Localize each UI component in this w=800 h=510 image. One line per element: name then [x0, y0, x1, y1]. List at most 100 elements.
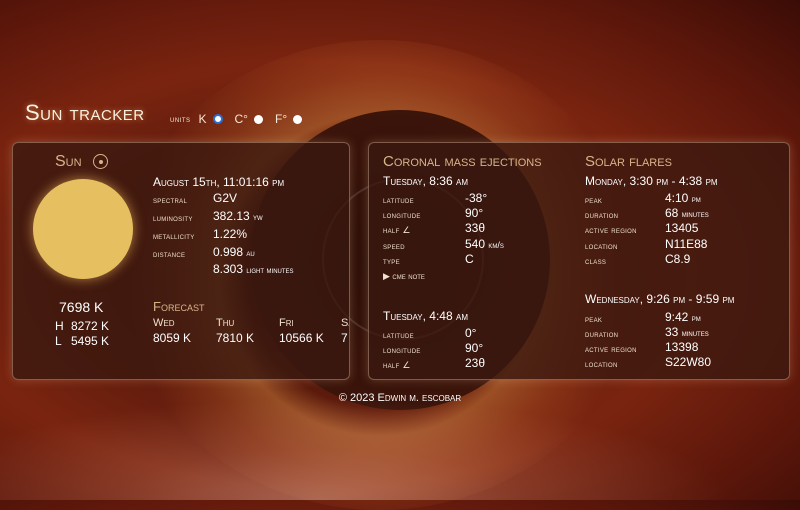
unit-label-k: K [198, 112, 207, 126]
prop-value-luminosity: 382.13 yw [213, 209, 263, 223]
sun-panel: Sun August 15th, 11:01:16 pm spectral G2… [12, 142, 350, 380]
flare-field-value: C8.9 [665, 252, 691, 266]
prop-label-luminosity: luminosity [153, 213, 193, 223]
forecast-value: 7… [341, 331, 349, 345]
low-value: 5495 K [71, 334, 110, 348]
units-label: units [170, 114, 191, 124]
prop-label-distance: distance [153, 249, 186, 259]
cme-field-label: half ∠ [383, 225, 411, 235]
spectral-value: G2V [213, 191, 238, 205]
luminosity-unit: yw [253, 212, 263, 222]
duration-unit: minutes [681, 209, 709, 219]
prop-label-spectral: spectral [153, 195, 188, 205]
flare-field-label: location [585, 241, 618, 251]
cme-title: Coronal mass ejections [383, 153, 542, 170]
units-selector: units K C° F° [170, 112, 308, 126]
unit-radio-f[interactable] [293, 114, 303, 124]
events-panel[interactable]: Coronal mass ejections Tuesday, 8:36 am … [368, 142, 790, 380]
flare-field-value: 33 minutes [665, 325, 709, 339]
flare-event-heading: Monday, 3:30 pm - 4:38 pm [585, 174, 718, 188]
forecast-title: Forecast [153, 299, 205, 314]
low-label: L [55, 334, 62, 348]
duration-unit: minutes [681, 328, 709, 338]
peak-unit: pm [691, 313, 701, 323]
footer-copyright: © 2023 Edwin m. escobar [338, 392, 462, 404]
sun-datetime: August 15th, 11:01:16 pm [153, 175, 285, 189]
cme-field-label: latitude [383, 195, 414, 205]
flare-field-value: 13405 [665, 221, 699, 235]
flare-field-label: active region [585, 344, 637, 354]
flare-field-value: S22W80 [665, 355, 712, 369]
cme-field-label: longitude [383, 345, 421, 355]
cme-field-value: 33θ [465, 221, 486, 235]
flare-field-value: 9:42 pm [665, 310, 701, 324]
prop-value-distance: 0.998 au [213, 245, 255, 259]
duration-value: 68 [665, 206, 679, 220]
high-label: H [55, 319, 64, 333]
sun-disc [33, 179, 133, 279]
light-minutes-value: 8.303 [213, 262, 244, 276]
high-temperature: H 8272 K [55, 319, 109, 333]
cme-field-value: 90° [465, 341, 484, 355]
cme-event-heading: Tuesday, 4:48 am [383, 309, 468, 323]
cme-field-label: half ∠ [383, 360, 411, 370]
distance-light-minutes: 8.303 light minutes [213, 262, 294, 276]
prop-value-metallicity: 1.22% [213, 227, 247, 241]
prop-label-metallicity: metallicity [153, 231, 195, 241]
unit-radio-c[interactable] [253, 114, 263, 124]
metallicity-value: 1.22% [213, 227, 248, 241]
flare-field-label: class [585, 256, 607, 266]
distance-value: 0.998 [213, 245, 244, 259]
sun-symbol-icon [93, 154, 108, 169]
speed-unit: km/s [488, 240, 504, 250]
forecast-value: 10566 K [279, 331, 324, 345]
flare-field-label: active region [585, 225, 637, 235]
prop-value-spectral: G2V [213, 191, 237, 205]
cme-field-label: longitude [383, 210, 421, 220]
speed-value: 540 [465, 237, 486, 251]
cme-field-value: 0° [465, 326, 477, 340]
app-title: Sun tracker [25, 100, 145, 125]
flare-field-value: 13398 [665, 340, 699, 354]
flares-title: Solar flares [585, 153, 672, 170]
unit-option-f[interactable]: F° [275, 112, 287, 126]
cme-field-value: C [465, 252, 474, 266]
cme-field-label: speed [383, 241, 405, 251]
unit-label-f: F° [274, 112, 288, 126]
current-temperature: 7698 K [59, 299, 104, 315]
flare-event-heading: Wednesday, 9:26 pm - 9:59 pm [585, 292, 735, 306]
cme-field-label: latitude [383, 330, 414, 340]
forecast-value: 8059 K [153, 331, 192, 345]
peak-unit: pm [691, 194, 701, 204]
sun-title: Sun [55, 153, 82, 170]
cme-field-label: type [383, 256, 400, 266]
flare-field-label: duration [585, 210, 619, 220]
cme-note-toggle[interactable]: ▶ cme note [383, 271, 425, 282]
forecast-day: Fri [279, 317, 294, 329]
peak-value: 9:42 [665, 310, 689, 324]
low-temperature: L 5495 K [55, 334, 109, 348]
flare-field-value: 68 minutes [665, 206, 709, 220]
unit-option-c[interactable]: C° [235, 112, 248, 126]
flare-field-label: duration [585, 329, 619, 339]
flare-field-value: N11E88 [665, 237, 708, 251]
duration-value: 33 [665, 325, 679, 339]
peak-value: 4:10 [665, 191, 689, 205]
flare-field-value: 4:10 pm [665, 191, 701, 205]
cme-field-value: 90° [465, 206, 484, 220]
distance-unit: au [246, 248, 255, 258]
flare-field-label: peak [585, 195, 603, 205]
flare-field-label: peak [585, 314, 603, 324]
flare-field-label: location [585, 359, 618, 369]
cme-field-value: 540 km/s [465, 237, 504, 251]
cme-field-value: 23θ [465, 356, 486, 370]
cme-field-value: -38° [465, 191, 488, 205]
unit-option-k[interactable]: K [199, 112, 207, 126]
unit-radio-k[interactable] [212, 114, 223, 124]
unit-label-c: C° [234, 112, 248, 126]
cme-event-heading: Tuesday, 8:36 am [383, 174, 468, 188]
luminosity-value: 382.13 [213, 209, 250, 223]
high-value: 8272 K [71, 319, 110, 333]
forecast-value: 7810 K [216, 331, 255, 345]
forecast-day: Thu [216, 317, 235, 329]
